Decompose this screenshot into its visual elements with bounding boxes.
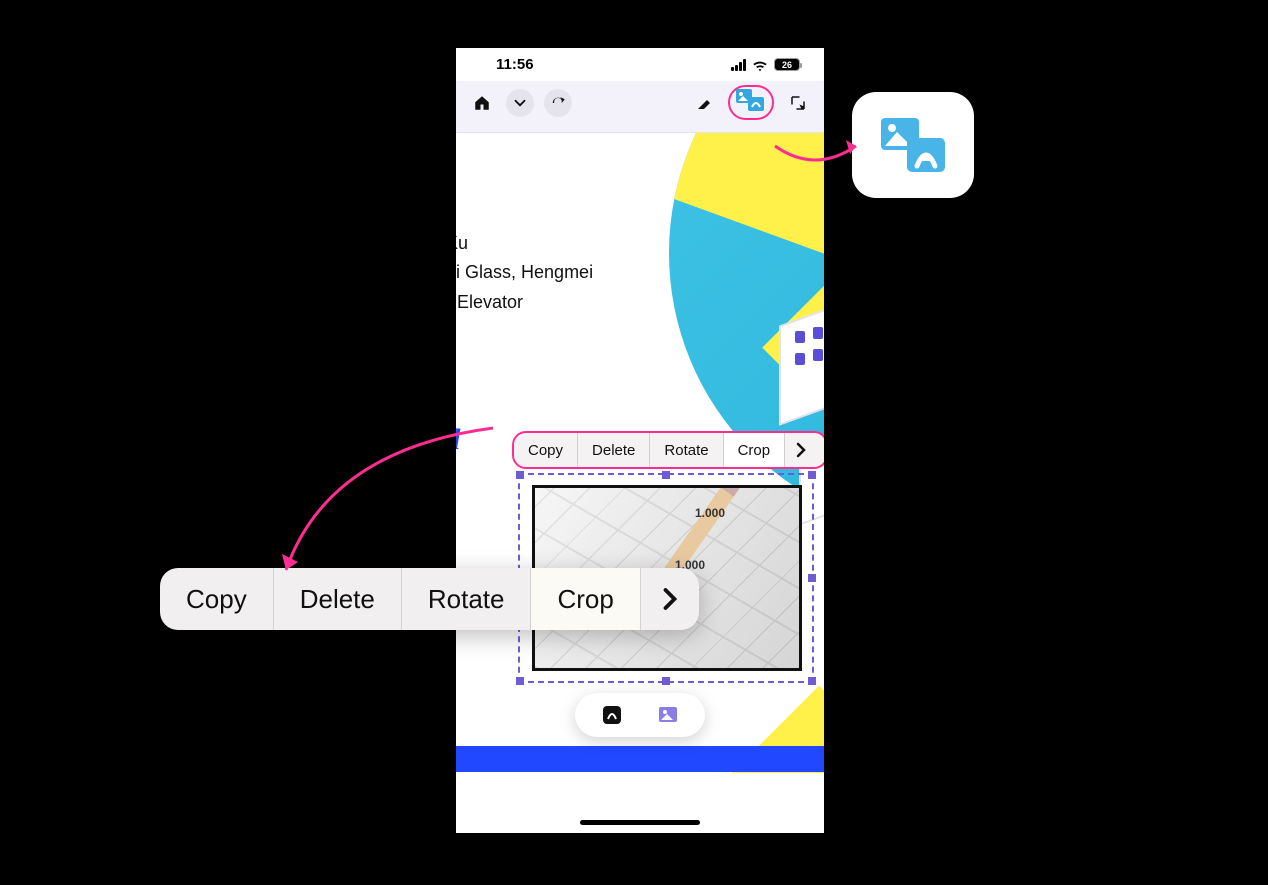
- battery-icon: 26: [774, 58, 800, 71]
- doc-section-title: le d: [456, 423, 460, 457]
- context-menu-rotate[interactable]: Rotate: [650, 433, 723, 467]
- image-context-menu: Copy Delete Rotate Crop: [512, 431, 824, 469]
- image-tool-button[interactable]: [656, 703, 680, 727]
- cellular-signal-icon: [731, 59, 746, 71]
- resize-handle[interactable]: [662, 677, 670, 685]
- status-right-cluster: 26: [731, 58, 800, 71]
- edit-mode-button-highlighted[interactable]: [728, 85, 774, 120]
- home-indicator[interactable]: [580, 820, 700, 825]
- resize-handle[interactable]: [516, 677, 524, 685]
- image-annotation-text: 1.000: [695, 506, 725, 520]
- phone-mockup: 11:56 26: [456, 48, 824, 833]
- context-menu-crop[interactable]: Crop: [724, 433, 786, 467]
- resize-handle[interactable]: [516, 471, 524, 479]
- bottom-blue-strip: [456, 746, 824, 772]
- context-menu-rotate[interactable]: Rotate: [402, 568, 532, 630]
- edit-mode-icon-callout: [852, 92, 974, 198]
- home-button[interactable]: [468, 89, 496, 117]
- image-text-edit-icon: [879, 116, 947, 174]
- dropdown-button[interactable]: [506, 89, 534, 117]
- chevron-right-icon: [661, 586, 679, 612]
- context-menu-more[interactable]: [641, 568, 699, 630]
- context-menu-callout-enlarged: Copy Delete Rotate Crop: [160, 568, 699, 630]
- editor-toolbar: [456, 81, 824, 133]
- context-menu-copy[interactable]: Copy: [160, 568, 274, 630]
- resize-handle[interactable]: [662, 471, 670, 479]
- select-tool-button[interactable]: [784, 89, 812, 117]
- insert-tool-pill: [575, 693, 705, 737]
- resize-handle[interactable]: [808, 471, 816, 479]
- context-menu-crop[interactable]: Crop: [531, 568, 640, 630]
- wifi-icon: [752, 59, 768, 71]
- context-menu-copy[interactable]: Copy: [514, 433, 578, 467]
- context-menu-more[interactable]: [785, 433, 817, 467]
- document-canvas[interactable]: gn y Ku ngli Glass, Hengmei ao Elevator …: [456, 133, 824, 773]
- chevron-right-icon: [795, 442, 807, 458]
- status-bar: 11:56 26: [456, 48, 824, 81]
- resize-handle[interactable]: [808, 677, 816, 685]
- context-menu-delete[interactable]: Delete: [274, 568, 402, 630]
- highlighter-button[interactable]: [690, 89, 718, 117]
- resize-handle[interactable]: [808, 574, 816, 582]
- context-menu-delete[interactable]: Delete: [578, 433, 650, 467]
- status-time: 11:56: [496, 56, 534, 73]
- text-tool-button[interactable]: [600, 703, 624, 727]
- redo-button[interactable]: [544, 89, 572, 117]
